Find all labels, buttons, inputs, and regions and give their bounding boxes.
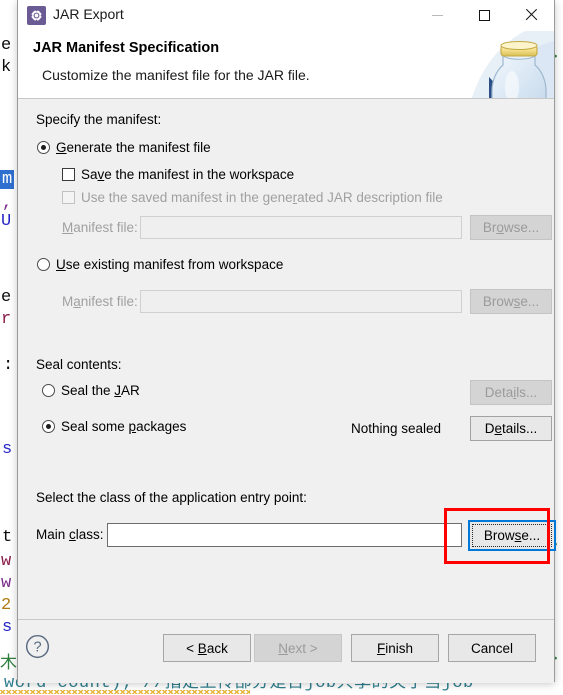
generate-manifest-file-input xyxy=(140,216,462,239)
bg-char: w xyxy=(1,574,12,593)
finish-button[interactable]: Finish xyxy=(351,634,439,662)
close-button[interactable] xyxy=(508,0,554,30)
dialog-footer: ? < Back Next > Finish Cancel xyxy=(18,619,554,683)
bg-char: t xyxy=(2,528,13,547)
radio-seal-some-packages-label: Seal some packages xyxy=(61,419,187,434)
radio-use-existing-manifest[interactable]: Use existing manifest from workspace xyxy=(37,257,283,272)
generate-manifest-file-label: Manifest file: xyxy=(62,220,138,235)
jar-export-dialog: JAR Export JAR Manifest Specification Cu… xyxy=(17,0,556,683)
bg-char: s xyxy=(2,618,13,637)
radio-seal-some-packages[interactable]: Seal some packages xyxy=(42,419,186,434)
seal-contents-label: Seal contents: xyxy=(36,357,122,372)
bg-char: w xyxy=(1,552,12,571)
maximize-button[interactable] xyxy=(461,0,507,30)
radio-generate-manifest-label: Generate the manifest file xyxy=(56,140,211,155)
checkbox-use-saved-manifest: Use the saved manifest in the generated … xyxy=(62,190,443,205)
bg-char: k xyxy=(1,58,12,77)
bg-char-selected: m xyxy=(0,170,15,189)
seal-status-text: Nothing sealed xyxy=(351,421,442,436)
radio-seal-the-jar[interactable]: Seal the JAR xyxy=(42,383,140,398)
bg-char: r xyxy=(1,310,12,329)
back-button[interactable]: < Back xyxy=(163,634,251,662)
bg-char: e xyxy=(1,288,12,307)
main-class-input[interactable] xyxy=(107,523,462,547)
dialog-title-bar[interactable]: JAR Export xyxy=(18,0,554,31)
close-icon xyxy=(524,8,538,22)
radio-use-existing-manifest-label: Use existing manifest from workspace xyxy=(56,257,284,272)
main-class-browse-button[interactable]: Brow s e... xyxy=(468,520,556,551)
existing-manifest-file-label: Manifest file: xyxy=(62,294,138,309)
bg-char: : xyxy=(3,356,14,375)
bg-char: e xyxy=(1,36,12,55)
radio-generate-manifest[interactable]: Generate the manifest file xyxy=(37,140,211,155)
jar-export-gear-icon xyxy=(27,6,46,25)
existing-manifest-file-input xyxy=(140,290,462,313)
checkbox-save-manifest[interactable]: Save the manifest in the workspace xyxy=(62,167,294,182)
next-button: Next > xyxy=(254,634,342,662)
bg-char: U xyxy=(1,212,12,231)
checkbox-use-saved-manifest-indicator xyxy=(62,191,75,204)
checkbox-save-manifest-label: Save the manifest in the workspace xyxy=(81,167,295,182)
spell-error-underline xyxy=(0,690,250,694)
bg-char: , xyxy=(2,194,13,213)
bg-char: 2 xyxy=(1,596,12,615)
radio-use-existing-manifest-indicator xyxy=(37,258,50,271)
main-class-browse-focus-ring: Brow s e... xyxy=(472,524,552,547)
minimize-icon xyxy=(431,14,443,16)
help-question-icon[interactable]: ? xyxy=(25,634,50,659)
seal-packages-details-button[interactable]: Details... xyxy=(470,416,552,441)
dialog-body: Specify the manifest: Generate the manif… xyxy=(18,99,556,619)
svg-text:?: ? xyxy=(33,640,41,656)
dialog-header: JAR Manifest Specification Customize the… xyxy=(18,31,554,99)
radio-seal-some-packages-indicator xyxy=(42,420,55,433)
page-title: JAR Manifest Specification xyxy=(33,40,220,56)
page-subtitle: Customize the manifest file for the JAR … xyxy=(42,67,310,83)
radio-generate-manifest-indicator xyxy=(37,141,50,154)
checkbox-save-manifest-indicator xyxy=(62,168,75,181)
dialog-title: JAR Export xyxy=(53,6,124,22)
existing-manifest-browse-button: Browse... xyxy=(470,289,552,314)
maximize-icon xyxy=(478,9,490,21)
seal-jar-details-button: Details... xyxy=(470,380,552,405)
specify-manifest-label: Specify the manifest: xyxy=(36,112,162,127)
bg-char: s xyxy=(2,440,13,459)
radio-seal-the-jar-label: Seal the JAR xyxy=(61,383,140,398)
radio-seal-the-jar-indicator xyxy=(42,384,55,397)
cancel-button[interactable]: Cancel xyxy=(448,634,536,662)
minimize-button[interactable] xyxy=(414,0,460,30)
main-class-label: Main class: xyxy=(36,527,104,542)
generate-manifest-browse-button: Browse... xyxy=(470,215,552,240)
entry-point-label: Select the class of the application entr… xyxy=(36,490,307,505)
jar-bottle-icon xyxy=(471,31,554,98)
checkbox-use-saved-manifest-label: Use the saved manifest in the generated … xyxy=(81,190,443,205)
